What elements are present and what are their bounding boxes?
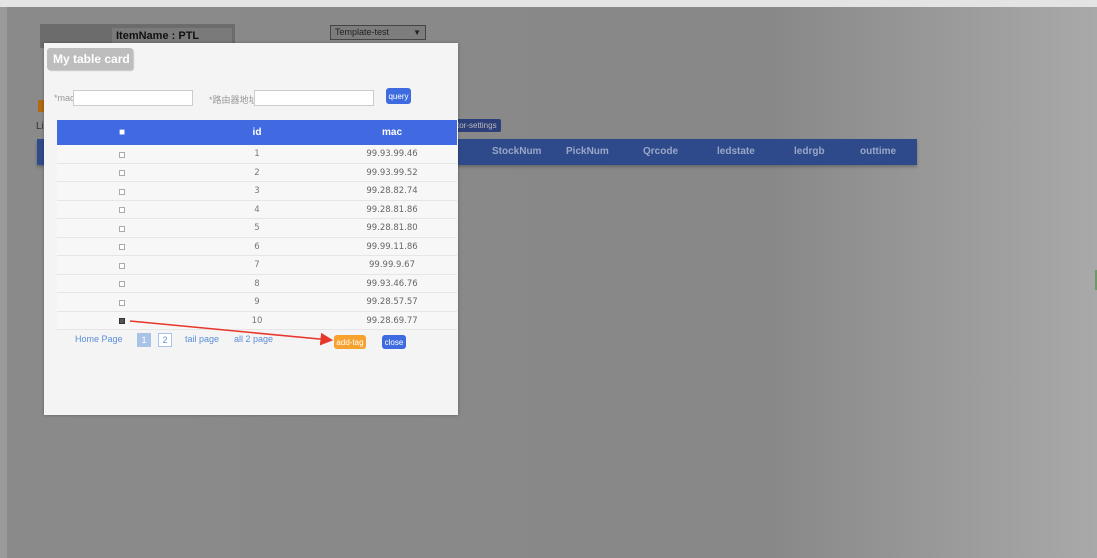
tail-page-link[interactable]: tail page: [185, 334, 219, 344]
row-checkbox[interactable]: [119, 170, 125, 177]
column-id[interactable]: id: [187, 120, 327, 145]
table-row[interactable]: 4 99.28.81.86: [57, 200, 457, 219]
row-checkbox-cell[interactable]: [57, 168, 187, 178]
table-row[interactable]: 10 99.28.69.77: [57, 311, 457, 330]
column-ledrgb: ledrgb: [794, 146, 825, 157]
row-checkbox[interactable]: [119, 262, 125, 269]
header-check-icon: ■: [118, 127, 126, 138]
mac-input[interactable]: [73, 90, 193, 106]
row-checkbox-cell[interactable]: [57, 186, 187, 196]
row-mac: 99.28.57.57: [366, 297, 418, 307]
row-checkbox-cell[interactable]: [57, 242, 187, 252]
row-checkbox[interactable]: [119, 281, 125, 288]
column-mac[interactable]: mac: [327, 120, 457, 145]
table-body: 1 99.93.99.46 2 99.93.99.52 3 99.28.82.74 4 99.…: [57, 145, 457, 330]
template-select[interactable]: Template-test ▼: [330, 25, 426, 40]
total-pages-label: all 2 page: [234, 334, 274, 344]
table-row[interactable]: 5 99.28.81.80: [57, 219, 457, 238]
select-all-checkbox[interactable]: ■: [57, 120, 187, 145]
row-mac: 99.28.82.74: [366, 186, 418, 196]
row-mac: 99.28.81.80: [366, 223, 418, 233]
row-checkbox-cell[interactable]: [57, 149, 187, 159]
row-checkbox-cell[interactable]: [57, 205, 187, 215]
row-checkbox-cell[interactable]: [57, 223, 187, 233]
row-checkbox[interactable]: [119, 318, 125, 325]
row-checkbox[interactable]: [119, 299, 125, 306]
row-mac: 99.99.11.86: [366, 241, 418, 252]
row-checkbox-cell[interactable]: [57, 297, 187, 307]
row-mac: 99.93.99.52: [366, 167, 418, 178]
table-row[interactable]: 6 99.99.11.86: [57, 237, 457, 256]
row-id: 6: [254, 241, 260, 252]
row-mac: 99.99.9.67: [369, 260, 415, 270]
left-frame-edge: [0, 7, 7, 558]
table-row[interactable]: 7 99.99.9.67: [57, 256, 457, 275]
table-row[interactable]: 3 99.28.82.74: [57, 182, 457, 201]
template-select-value: Template-test: [335, 27, 390, 37]
row-mac: 99.93.99.46: [366, 149, 418, 159]
row-id: 2: [254, 167, 260, 178]
column-qrcode: Qrcode: [643, 146, 679, 157]
home-page-link[interactable]: Home Page: [75, 334, 123, 344]
row-mac: 99.28.69.77: [366, 315, 418, 326]
table-header: ■ id mac: [57, 120, 457, 145]
table-row[interactable]: 2 99.93.99.52: [57, 163, 457, 182]
page-2-button[interactable]: 2: [158, 333, 172, 347]
top-frame-bar: [0, 0, 1097, 7]
row-id: 8: [254, 278, 260, 289]
row-checkbox[interactable]: [119, 151, 125, 158]
row-checkbox-cell[interactable]: [57, 260, 187, 270]
settings-button[interactable]: tor-settings: [455, 119, 501, 132]
row-id: 10: [251, 315, 263, 326]
row-checkbox-cell[interactable]: [57, 316, 187, 326]
row-checkbox[interactable]: [119, 225, 125, 232]
column-ledstate: ledstate: [717, 146, 755, 157]
table-row[interactable]: 1 99.93.99.46: [57, 145, 457, 164]
column-stocknum: StockNum: [492, 146, 542, 157]
modal-title: My table card: [47, 48, 133, 70]
close-button[interactable]: close: [382, 335, 406, 349]
row-mac: 99.93.46.76: [366, 278, 418, 289]
row-id: 7: [254, 260, 260, 270]
row-mac: 99.28.81.86: [366, 204, 418, 215]
row-checkbox-cell[interactable]: [57, 279, 187, 289]
table-card-modal: My table card *mac *路由器地址 query ■ id mac…: [44, 43, 458, 415]
column-outtime: outtime: [860, 146, 897, 157]
row-id: 1: [254, 149, 260, 159]
page-1-button[interactable]: 1: [137, 333, 151, 347]
row-id: 4: [254, 204, 260, 215]
row-id: 5: [254, 223, 260, 233]
table-row[interactable]: 8 99.93.46.76: [57, 274, 457, 293]
chevron-down-icon: ▼: [413, 28, 421, 37]
item-name-label: ItemName : PTL: [112, 28, 232, 44]
table-row[interactable]: 9 99.28.57.57: [57, 293, 457, 312]
column-picknum: PickNum: [566, 146, 609, 157]
row-checkbox[interactable]: [119, 244, 125, 251]
row-id: 9: [254, 297, 260, 307]
mac-label: *mac: [54, 93, 75, 103]
row-id: 3: [254, 186, 260, 196]
router-address-label: *路由器地址: [209, 95, 258, 105]
background-li-label: Li: [36, 121, 44, 132]
add-tag-button[interactable]: add-tag: [334, 335, 366, 349]
row-checkbox[interactable]: [119, 207, 125, 214]
query-button[interactable]: query: [386, 88, 411, 104]
row-checkbox[interactable]: [119, 188, 125, 195]
router-address-input[interactable]: [254, 90, 374, 106]
